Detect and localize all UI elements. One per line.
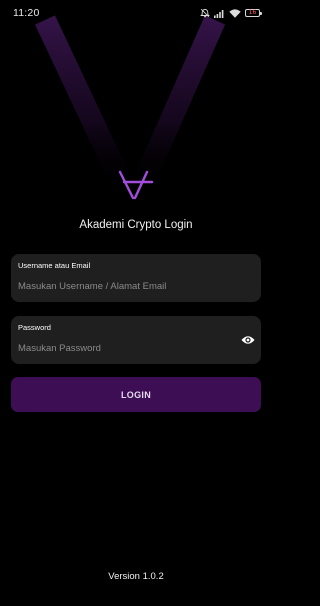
status-bar: 11:20 16: [0, 0, 272, 26]
status-icons: 16: [200, 6, 262, 20]
status-time: 11:20: [13, 7, 40, 19]
password-field[interactable]: Password Masukan Password: [11, 316, 261, 364]
akademi-crypto-logo-icon: [118, 170, 154, 200]
wifi-icon: [229, 8, 241, 18]
page-title: Akademi Crypto Login: [79, 219, 193, 231]
alarm-off-icon: [200, 8, 210, 18]
username-label: Username atau Email: [18, 261, 91, 270]
username-input[interactable]: Masukan Username / Alamat Email: [18, 281, 166, 292]
signal-icon: [214, 9, 225, 18]
battery-icon: 16: [245, 9, 262, 17]
version-text: Version 1.0.2: [108, 571, 164, 582]
login-button[interactable]: LOGIN: [11, 377, 261, 412]
battery-level: 16: [248, 9, 257, 16]
username-field[interactable]: Username atau Email Masukan Username / A…: [11, 254, 261, 302]
password-input[interactable]: Masukan Password: [18, 343, 101, 354]
eye-icon[interactable]: [241, 334, 255, 346]
password-label: Password: [18, 323, 51, 332]
